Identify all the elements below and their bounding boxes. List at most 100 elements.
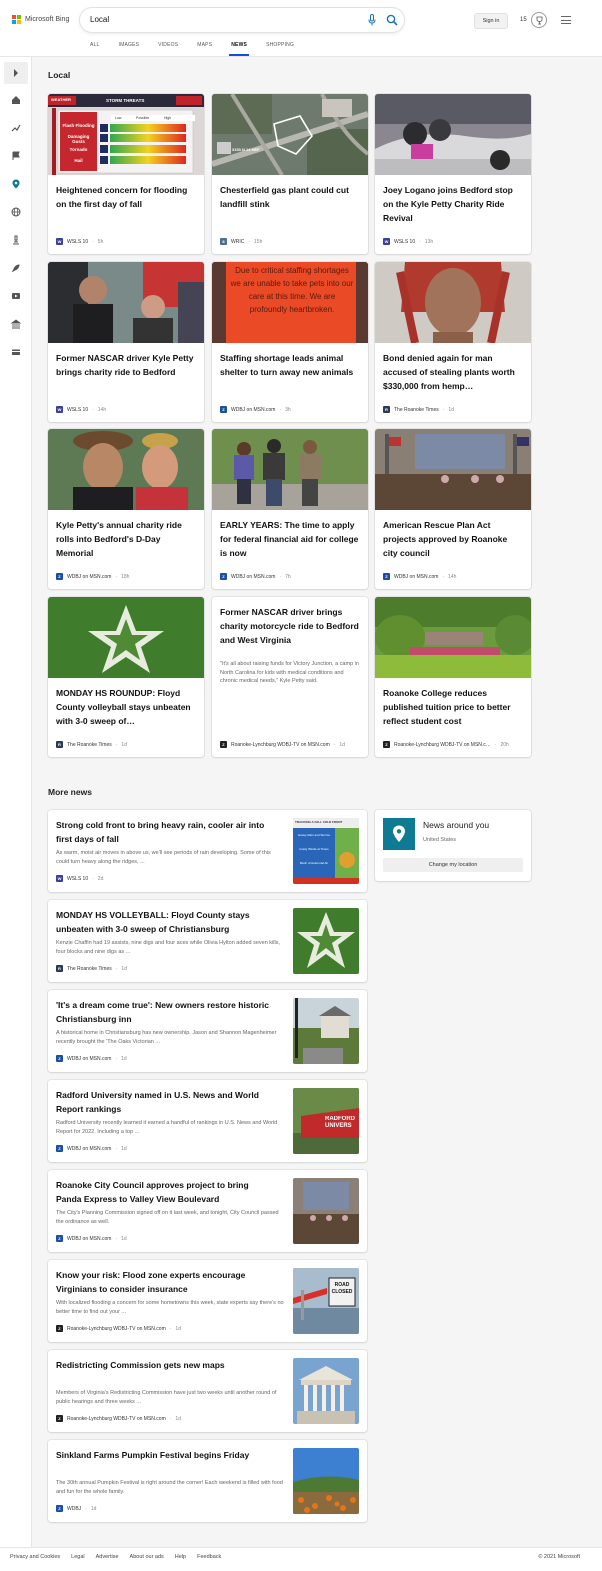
footer-link-help[interactable]: Help	[175, 1554, 186, 1560]
trending-icon[interactable]	[9, 121, 23, 135]
item-source: Z Roanoke-Lynchburg WDBJ-TV on MSN.com · 1…	[56, 1325, 181, 1332]
tab-shopping[interactable]: SHOPPING	[266, 42, 294, 56]
card-title[interactable]: Staffing shortage leads animal shelter t…	[220, 351, 360, 379]
item-source: Z WDBJ on MSN.com · 1d	[56, 1145, 127, 1152]
wdbj-logo-icon: Z	[383, 573, 390, 580]
tab-news[interactable]: NEWS	[229, 42, 249, 56]
expand-sidebar-button[interactable]	[4, 62, 28, 84]
tab-images[interactable]: IMAGES	[119, 42, 140, 56]
item-title[interactable]: 'It's a dream come true': New owners res…	[56, 999, 276, 1026]
historic-inn-thumbnail	[293, 998, 359, 1064]
news-card[interactable]: 3153 N 14 HEF Chesterfield gas plant cou…	[212, 94, 368, 254]
location-pin-icon	[383, 818, 415, 850]
news-card[interactable]: Roanoke College reduces published tuitio…	[375, 597, 531, 757]
logo-text: Microsoft Bing	[25, 16, 70, 23]
news-list-item[interactable]: Radford University named in U.S. News an…	[48, 1080, 367, 1162]
news-list-item[interactable]: Redistricting Commission gets new maps M…	[48, 1350, 367, 1432]
money-card-icon[interactable]	[9, 345, 23, 359]
roanoke-college-thumbnail	[375, 597, 531, 678]
home-icon[interactable]	[9, 93, 23, 107]
item-title[interactable]: Sinkland Farms Pumpkin Festival begins F…	[56, 1449, 276, 1463]
microphone-icon[interactable]	[368, 14, 376, 26]
video-play-icon[interactable]	[9, 289, 23, 303]
footer-link-privacy[interactable]: Privacy and Cookies	[10, 1554, 60, 1560]
item-snippet: Members of Virginia's Redistricting Comm…	[56, 1390, 277, 1405]
search-input[interactable]: Local	[90, 15, 109, 24]
item-title[interactable]: Redistricting Commission gets new maps	[56, 1359, 276, 1373]
tab-maps[interactable]: MAPS	[197, 42, 212, 56]
item-title[interactable]: MONDAY HS VOLLEYBALL: Floyd County stays…	[56, 909, 276, 936]
card-source: Z Roanoke-Lynchburg WDBJ-TV on MSN.c… · 20…	[383, 741, 509, 748]
item-title[interactable]: Radford University named in U.S. News an…	[56, 1089, 276, 1116]
publish-time: 3h	[285, 406, 291, 413]
rewards-count[interactable]: 15	[520, 17, 527, 23]
card-title[interactable]: Bond denied again for man accused of ste…	[383, 351, 523, 393]
news-list-item[interactable]: Sinkland Farms Pumpkin Festival begins F…	[48, 1440, 367, 1522]
news-list-item[interactable]: Know your risk: Flood zone experts encou…	[48, 1260, 367, 1342]
cold-front-thumbnail: TRACKING A FALL COLD FRONT Heavy Rain an…	[293, 818, 359, 884]
news-list-item[interactable]: MONDAY HS VOLLEYBALL: Floyd County stays…	[48, 900, 367, 982]
card-title[interactable]: Heightened concern for flooding on the f…	[56, 183, 196, 211]
news-card[interactable]: Bond denied again for man accused of ste…	[375, 262, 531, 422]
world-globe-icon[interactable]	[9, 205, 23, 219]
card-title[interactable]: American Rescue Plan Act projects approv…	[383, 518, 523, 560]
tab-all[interactable]: ALL	[90, 42, 100, 56]
item-title[interactable]: Know your risk: Flood zone experts encou…	[56, 1269, 276, 1296]
hamburger-menu-icon[interactable]	[561, 16, 571, 24]
local-pin-icon[interactable]	[9, 177, 23, 191]
source-name: Roanoke-Lynchburg WDBJ-TV on MSN.com	[231, 741, 330, 748]
news-card[interactable]: Due to critical staffing shortages we ar…	[212, 262, 368, 422]
bing-logo[interactable]: Microsoft Bing	[12, 15, 69, 24]
wsls-logo-icon: W	[56, 238, 63, 245]
source-name: Roanoke-Lynchburg WDBJ-TV on MSN.c…	[394, 741, 491, 748]
us-flag-icon[interactable]	[9, 149, 23, 163]
card-title[interactable]: Joey Logano joins Bedford stop on the Ky…	[383, 183, 523, 225]
card-title[interactable]: Former NASCAR driver brings charity moto…	[220, 605, 360, 647]
news-card[interactable]: Joey Logano joins Bedford stop on the Ky…	[375, 94, 531, 254]
card-title[interactable]: MONDAY HS ROUNDUP: Floyd County volleyba…	[56, 686, 196, 728]
rocket-icon[interactable]	[9, 261, 23, 275]
item-title[interactable]: Strong cold front to bring heavy rain, c…	[56, 819, 276, 846]
search-box[interactable]: Local	[80, 8, 404, 32]
card-title[interactable]: Roanoke College reduces published tuitio…	[383, 686, 523, 728]
news-card[interactable]: MONDAY HS ROUNDUP: Floyd County volleyba…	[48, 597, 204, 757]
news-list-item[interactable]: Roanoke City Council approves project to…	[48, 1170, 367, 1252]
news-list-item[interactable]: 'It's a dream come true': New owners res…	[48, 990, 367, 1072]
tab-videos[interactable]: VIDEOS	[158, 42, 178, 56]
footer-link-legal[interactable]: Legal	[71, 1554, 84, 1560]
rewards-trophy-icon[interactable]	[531, 12, 547, 28]
politics-capitol-icon[interactable]	[9, 317, 23, 331]
news-around-you-panel: News around you United States Change my …	[375, 810, 531, 881]
card-title[interactable]: Former NASCAR driver Kyle Petty brings c…	[56, 351, 196, 379]
sign-in-button[interactable]: Sign in	[474, 13, 508, 29]
item-title[interactable]: Roanoke City Council approves project to…	[56, 1179, 276, 1206]
card-source: W WSLS 10 · 13h	[383, 238, 434, 245]
card-title[interactable]: Kyle Petty's annual charity ride rolls i…	[56, 518, 196, 560]
news-card[interactable]: Former NASCAR driver brings charity moto…	[212, 597, 368, 757]
card-title[interactable]: Chesterfield gas plant could cut landfil…	[220, 183, 360, 211]
news-card[interactable]: WEATHER STORM THREATS Low Possible High …	[48, 94, 204, 254]
news-card[interactable]: Kyle Petty's annual charity ride rolls i…	[48, 429, 204, 589]
news-card[interactable]: EARLY YEARS: The time to apply for feder…	[212, 429, 368, 589]
scope-tabs: ALL IMAGES VIDEOS MAPS NEWS SHOPPING	[90, 42, 313, 56]
footer-link-about-ads[interactable]: About our ads	[130, 1554, 164, 1560]
source-name: WDBJ on MSN.com	[394, 573, 439, 580]
news-list-item[interactable]: Strong cold front to bring heavy rain, c…	[48, 810, 367, 892]
search-icon[interactable]	[386, 14, 398, 26]
publish-time: 1d	[339, 741, 345, 748]
shelter-sign-thumbnail: Due to critical staffing shortages we ar…	[212, 262, 368, 343]
front-box-rain: Heavy Rain and Storms	[298, 833, 330, 837]
card-source: W WSLS 10 · 5h	[56, 238, 104, 245]
item-snippet: With localized flooding a concern for so…	[56, 1300, 284, 1315]
change-location-button[interactable]: Change my location	[383, 858, 523, 872]
footer-link-feedback[interactable]: Feedback	[197, 1554, 221, 1560]
publish-time: 7h	[285, 573, 291, 580]
road-closed-thumbnail: ROAD CLOSED	[293, 1268, 359, 1334]
footer-link-advertise[interactable]: Advertise	[96, 1554, 119, 1560]
card-title[interactable]: EARLY YEARS: The time to apply for feder…	[220, 518, 360, 560]
city-council-thumbnail	[375, 429, 531, 510]
news-card[interactable]: American Rescue Plan Act projects approv…	[375, 429, 531, 589]
science-microscope-icon[interactable]	[9, 233, 23, 247]
source-name: WDBJ on MSN.com	[231, 406, 276, 413]
news-card[interactable]: Former NASCAR driver Kyle Petty brings c…	[48, 262, 204, 422]
